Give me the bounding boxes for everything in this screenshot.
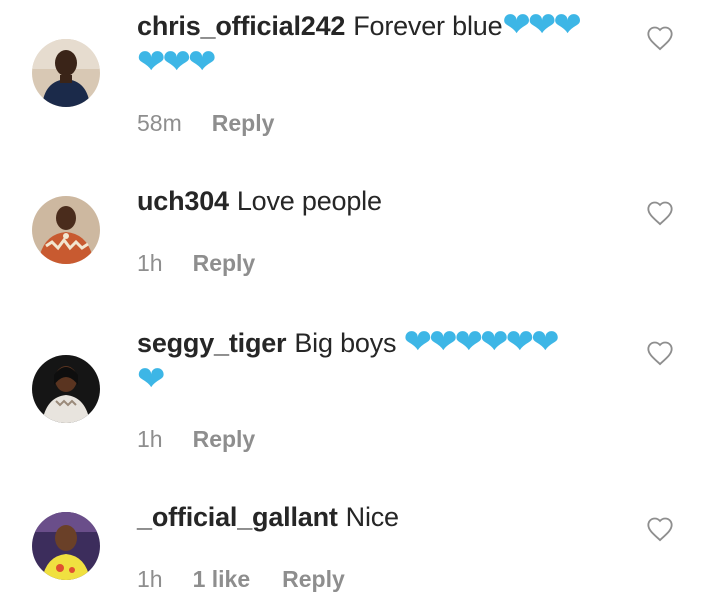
comment-timestamp: 1h [137, 426, 163, 452]
comment-text: chris_official242 Forever blue❤❤❤ ❤❤❤ [137, 7, 617, 81]
comment-meta: 58m Reply [137, 110, 274, 137]
reply-button[interactable]: Reply [282, 566, 345, 593]
comment-username[interactable]: uch304 [137, 186, 229, 216]
like-button[interactable] [646, 200, 674, 226]
blue-heart-emojis: ❤❤❤❤❤❤ [403, 323, 560, 361]
avatar[interactable] [32, 512, 100, 580]
reply-button[interactable]: Reply [193, 426, 256, 453]
like-button[interactable] [646, 25, 674, 51]
comment-text: uch304 Love people [137, 183, 617, 219]
heart-outline-icon [647, 517, 673, 542]
heart-outline-icon [647, 341, 673, 366]
heart-outline-icon [647, 26, 673, 51]
avatar[interactable] [32, 355, 100, 423]
comment-username[interactable]: seggy_tiger [137, 328, 287, 358]
like-count[interactable]: 1 like [193, 566, 251, 593]
avatar-photo [32, 196, 100, 264]
comment-body: Forever blue [353, 11, 503, 41]
comment-meta: 1h Reply [137, 250, 255, 277]
blue-heart-emojis: ❤ [137, 360, 165, 398]
comment-meta: 1h 1 like Reply [137, 566, 345, 593]
comment-body: Love people [236, 186, 382, 216]
comment-timestamp: 58m [137, 110, 182, 136]
like-button[interactable] [646, 516, 674, 542]
comment-text: seggy_tiger Big boys ❤❤❤❤❤❤ ❤ [137, 324, 617, 398]
reply-button[interactable]: Reply [193, 250, 256, 277]
reply-button[interactable]: Reply [212, 110, 275, 137]
comment-text: _official_gallant Nice [137, 499, 617, 535]
comment-body: Big boys [294, 328, 397, 358]
comment-timestamp: 1h [137, 250, 163, 276]
comment-body: Nice [345, 502, 399, 532]
avatar[interactable] [32, 196, 100, 264]
like-button[interactable] [646, 340, 674, 366]
avatar-photo [32, 512, 100, 580]
blue-heart-emojis: ❤❤❤ [137, 43, 216, 81]
blue-heart-emojis: ❤❤❤ [502, 6, 581, 44]
heart-outline-icon [647, 201, 673, 226]
comment-username[interactable]: chris_official242 [137, 11, 345, 41]
comment-username[interactable]: _official_gallant [137, 502, 338, 532]
avatar[interactable] [32, 39, 100, 107]
comment-timestamp: 1h [137, 566, 163, 592]
comment-meta: 1h Reply [137, 426, 255, 453]
avatar-photo [32, 355, 100, 423]
avatar-photo [32, 39, 100, 107]
